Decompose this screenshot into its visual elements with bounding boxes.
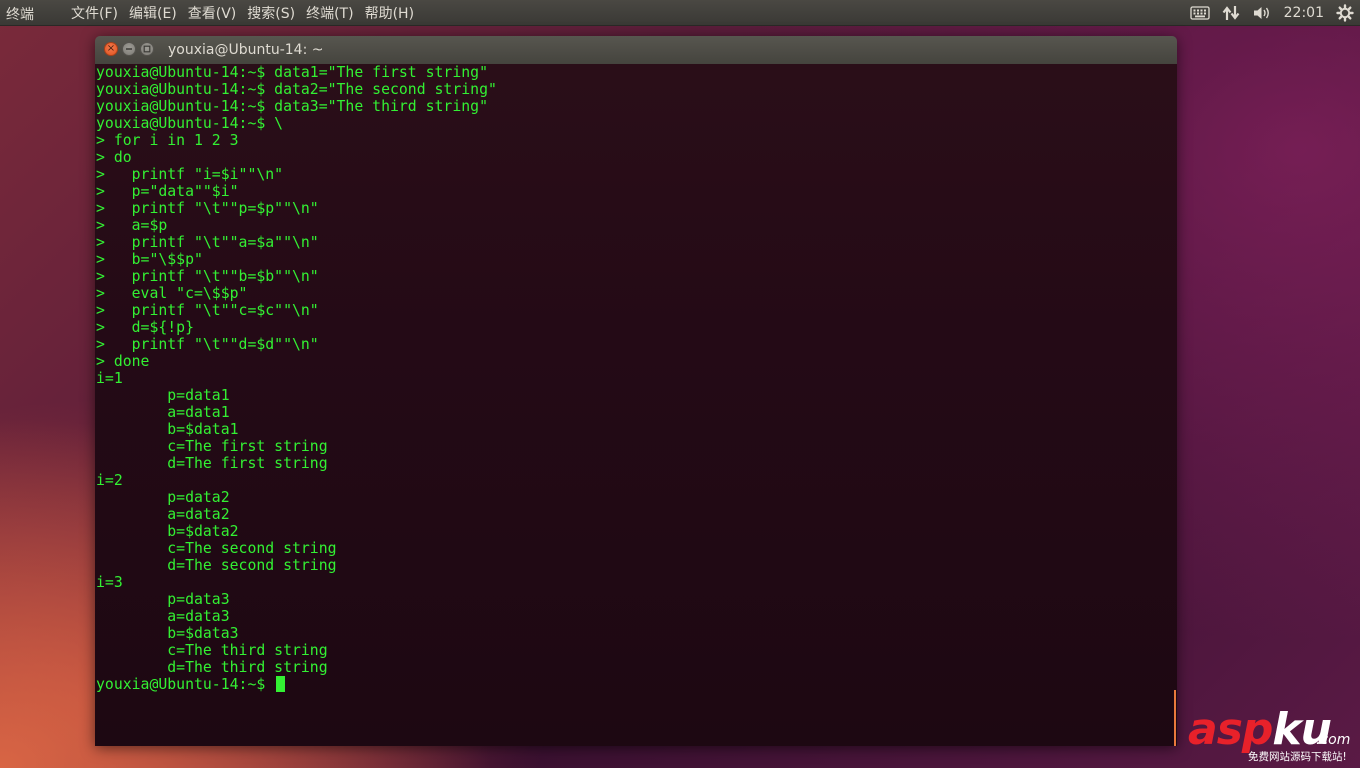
terminal-line: youxia@Ubuntu-14:~$ data1="The first str… <box>96 64 488 81</box>
terminal-prompt: youxia@Ubuntu-14:~$ <box>96 676 275 693</box>
terminal-line: i=3 <box>96 574 123 591</box>
network-updown-icon[interactable] <box>1216 0 1246 25</box>
terminal-line: > p="data""$i" <box>96 183 239 200</box>
gear-icon[interactable] <box>1330 0 1360 25</box>
terminal-line: c=The second string <box>96 540 337 557</box>
menu-terminal[interactable]: 终端(T) <box>306 3 353 23</box>
terminal-prompt-line[interactable]: youxia@Ubuntu-14:~$ <box>96 676 1177 693</box>
terminal-line: a=data1 <box>96 404 230 421</box>
watermark-dotcom: .com <box>1316 732 1351 748</box>
watermark: aspku .com 免费网站源码下载站! <box>1188 708 1358 766</box>
terminal-line: b=$data2 <box>96 523 239 540</box>
app-name: 终端 <box>6 7 34 23</box>
menu-edit[interactable]: 编辑(E) <box>129 3 177 23</box>
terminal-line: > printf "i=$i""\n" <box>96 166 284 183</box>
close-icon[interactable]: × <box>104 42 118 56</box>
terminal-line: p=data2 <box>96 489 230 506</box>
clock[interactable]: 22:01 <box>1278 0 1330 25</box>
menu-view[interactable]: 查看(V) <box>188 3 237 23</box>
terminal-line: > printf "\t""b=$b""\n" <box>96 268 319 285</box>
terminal-body[interactable]: youxia@Ubuntu-14:~$ data1="The first str… <box>95 64 1177 746</box>
menu-help[interactable]: 帮助(H) <box>365 3 414 23</box>
maximize-icon[interactable] <box>140 42 154 56</box>
terminal-line: > printf "\t""a=$a""\n" <box>96 234 319 251</box>
terminal-line: > eval "c=\$$p" <box>96 285 248 302</box>
terminal-line: a=data3 <box>96 608 230 625</box>
terminal-line: > printf "\t""c=$c""\n" <box>96 302 319 319</box>
terminal-line: d=The second string <box>96 557 337 574</box>
terminal-line: c=The third string <box>96 642 328 659</box>
volume-icon[interactable] <box>1246 0 1278 25</box>
watermark-logo: aspku <box>1188 708 1332 752</box>
text-cursor <box>276 676 286 692</box>
menu-search[interactable]: 搜索(S) <box>247 3 295 23</box>
terminal-window: × youxia@Ubuntu-14: ~ youxia@Ubuntu-14:~… <box>95 36 1177 746</box>
window-titlebar[interactable]: × youxia@Ubuntu-14: ~ <box>95 36 1177 65</box>
terminal-line: a=data2 <box>96 506 230 523</box>
terminal-line: d=The third string <box>96 659 328 676</box>
indicator-area: 22:01 <box>1184 0 1360 25</box>
menu-file[interactable]: 文件(F) <box>71 3 118 23</box>
terminal-line: p=data1 <box>96 387 230 404</box>
terminal-line: d=The first string <box>96 455 328 472</box>
terminal-line: p=data3 <box>96 591 230 608</box>
terminal-line: b=$data1 <box>96 421 239 438</box>
watermark-logo-red: asp <box>1188 704 1273 755</box>
terminal-line: youxia@Ubuntu-14:~$ \ <box>96 115 284 132</box>
terminal-line: > printf "\t""p=$p""\n" <box>96 200 319 217</box>
terminal-line: > for i in 1 2 3 <box>96 132 239 149</box>
terminal-line: > a=$p <box>96 217 168 234</box>
scroll-marker <box>1174 690 1176 746</box>
menu-bar: 文件(F) 编辑(E) 查看(V) 搜索(S) 终端(T) 帮助(H) <box>71 0 425 25</box>
watermark-subtitle: 免费网站源码下载站! <box>1248 751 1347 763</box>
terminal-line: > d=${!p} <box>96 319 194 336</box>
terminal-line: > printf "\t""d=$d""\n" <box>96 336 319 353</box>
keyboard-icon[interactable] <box>1184 0 1216 25</box>
terminal-line: > do <box>96 149 132 166</box>
top-panel: 终端 文件(F) 编辑(E) 查看(V) 搜索(S) 终端(T) 帮助(H) 2… <box>0 0 1360 26</box>
terminal-line: b=$data3 <box>96 625 239 642</box>
minimize-icon[interactable] <box>122 42 136 56</box>
terminal-line: c=The first string <box>96 438 328 455</box>
terminal-line: i=1 <box>96 370 123 387</box>
terminal-output: youxia@Ubuntu-14:~$ data1="The first str… <box>95 64 1177 693</box>
window-title: youxia@Ubuntu-14: ~ <box>168 42 324 58</box>
terminal-line: youxia@Ubuntu-14:~$ data2="The second st… <box>96 81 497 98</box>
terminal-line: youxia@Ubuntu-14:~$ data3="The third str… <box>96 98 488 115</box>
terminal-line: i=2 <box>96 472 123 489</box>
terminal-line: > done <box>96 353 150 370</box>
terminal-line: > b="\$$p" <box>96 251 203 268</box>
